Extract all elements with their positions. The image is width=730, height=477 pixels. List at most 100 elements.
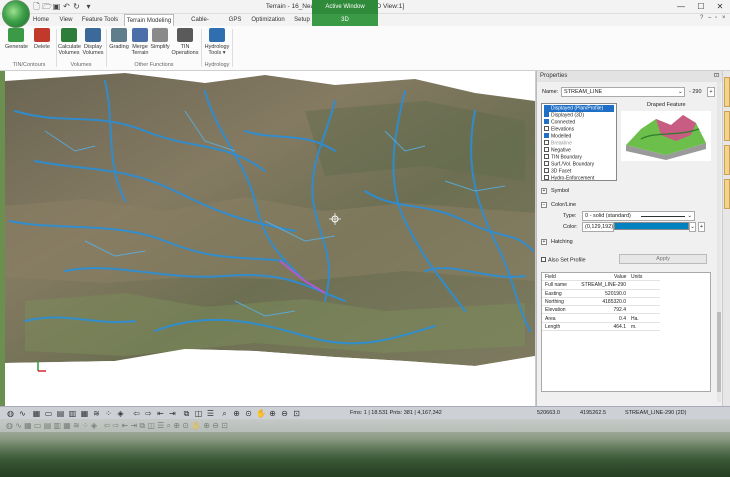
cube-icon[interactable]: ◈ <box>116 409 125 418</box>
add-name-button[interactable]: + <box>707 87 715 97</box>
table-row[interactable]: Elevation 792.4 <box>542 306 660 315</box>
name-select[interactable]: STREAM_LINE <box>561 87 685 97</box>
option-elevations[interactable]: Elevations <box>544 126 574 133</box>
tab-view[interactable]: View <box>56 14 76 26</box>
arrow-forward-icon[interactable]: ⇥ <box>168 409 177 418</box>
checkbox[interactable] <box>544 105 549 110</box>
properties-scrollbar[interactable] <box>717 82 721 402</box>
windows-icon[interactable]: ⧉ <box>182 409 191 418</box>
table-row[interactable]: Easting 520190.0 <box>542 290 660 298</box>
also-set-profile-option[interactable]: Also Set Profile <box>541 257 586 264</box>
restore-child-icon[interactable]: – <box>708 15 711 21</box>
stack-icon[interactable]: ☰ <box>206 409 215 418</box>
hydrology-tools-button[interactable]: Hydrology Tools ▾ <box>203 28 231 56</box>
split-icon[interactable]: ◫ <box>194 409 203 418</box>
tab-cable-analysis[interactable]: Cable-Analysis <box>180 14 220 35</box>
delete-button[interactable]: Delete <box>31 28 53 50</box>
table-row[interactable]: Length 464.1 m. <box>542 323 660 332</box>
tin-operations-button[interactable]: TIN Operations <box>171 28 199 56</box>
color-dropdown-icon[interactable]: ⌄ <box>689 222 696 232</box>
contour-icon[interactable]: ≋ <box>92 409 101 418</box>
tile-child-icon[interactable]: ▫ <box>715 15 717 21</box>
zoom-all-icon[interactable]: ⊙ <box>244 409 253 418</box>
collapse-icon[interactable]: − <box>541 202 547 208</box>
apply-button[interactable]: Apply <box>619 254 707 264</box>
side-tab-4[interactable] <box>724 179 730 209</box>
checkbox[interactable] <box>544 119 549 124</box>
side-tab-1[interactable] <box>724 77 730 107</box>
minimize-button[interactable]: — <box>672 1 690 13</box>
globe-icon[interactable]: ◍ <box>6 409 15 418</box>
arrow-back-icon[interactable]: ⇤ <box>156 409 165 418</box>
grid-icon[interactable]: ▦ <box>80 409 89 418</box>
checkbox[interactable] <box>544 147 549 152</box>
display-volumes-button[interactable]: Display Volumes <box>82 28 104 56</box>
arrow-right-icon[interactable]: ⇨ <box>144 409 153 418</box>
checkbox[interactable] <box>544 161 549 166</box>
name-dropdown-icon[interactable]: ⌄ <box>678 89 683 95</box>
grid-icon[interactable]: ▥ <box>68 409 77 418</box>
layers-icon[interactable]: ▤ <box>56 409 65 418</box>
side-tab-3[interactable] <box>724 145 730 175</box>
checkbox[interactable] <box>541 257 546 262</box>
maximize-button[interactable]: ☐ <box>692 1 710 13</box>
scrollbar-thumb[interactable] <box>717 312 721 392</box>
close-button[interactable]: ✕ <box>711 1 729 13</box>
zoom-fit-icon[interactable]: ⊡ <box>292 409 301 418</box>
zoom-out-icon[interactable]: ⊖ <box>280 409 289 418</box>
app-logo[interactable] <box>2 0 30 28</box>
simplify-button[interactable]: Simplify <box>150 28 170 50</box>
box-icon[interactable]: ▦ <box>32 409 41 418</box>
calculate-volumes-button[interactable]: Calculate Volumes <box>58 28 81 56</box>
zoom-window-icon[interactable]: ⊕ <box>232 409 241 418</box>
close-child-icon[interactable]: × <box>722 15 726 21</box>
tab-optimization[interactable]: Optimization <box>250 14 286 26</box>
zoom-in-icon[interactable]: ⊕ <box>268 409 277 418</box>
dots-icon[interactable]: ⁘ <box>104 409 113 418</box>
tab-3d[interactable]: 3D <box>312 14 378 26</box>
checkbox[interactable] <box>544 126 549 131</box>
color-add-button[interactable]: + <box>698 222 705 232</box>
table-row[interactable]: Full name STREAM_LINE-290 <box>542 281 660 290</box>
option-hydro-enforcement[interactable]: Hydro-Enforcement <box>544 175 594 182</box>
option-displayed-3d[interactable]: Displayed (3D) <box>544 112 584 119</box>
checkbox[interactable] <box>544 112 549 117</box>
option-modelled[interactable]: Modelled <box>544 133 571 140</box>
grading-button[interactable]: Grading <box>108 28 130 50</box>
option-negative[interactable]: Negative <box>544 147 571 154</box>
option-tin-boundary[interactable]: TIN Boundary <box>544 154 582 161</box>
merge-terrain-button[interactable]: Merge Terrain <box>130 28 150 56</box>
tab-home[interactable]: Home <box>30 14 52 26</box>
option-connected[interactable]: Connected <box>544 119 575 126</box>
zoom-icon[interactable]: ⌕ <box>220 409 229 418</box>
checkbox[interactable] <box>544 175 549 180</box>
wave-icon[interactable]: ∿ <box>18 409 27 418</box>
expand-icon[interactable]: + <box>541 188 547 194</box>
checkbox[interactable] <box>544 154 549 159</box>
option-breakline[interactable]: Breakline <box>544 140 572 147</box>
expand-icon[interactable]: + <box>541 239 547 245</box>
option-surf-vol-boundary[interactable]: Surf./Vol. Boundary <box>544 161 594 168</box>
tab-setup[interactable]: Setup <box>292 14 312 26</box>
color-swatch[interactable] <box>614 222 689 230</box>
option-3d-facet[interactable]: 3D Facet <box>544 168 571 175</box>
checkbox[interactable] <box>544 133 549 138</box>
terrain-3d-view[interactable] <box>5 71 535 406</box>
hatching-section[interactable]: + Hatching <box>541 239 573 245</box>
arrow-left-icon[interactable]: ⇦ <box>132 409 141 418</box>
checkbox[interactable] <box>544 168 549 173</box>
option-displayed-plan-profile[interactable]: Displayed (Plan/Profile) <box>544 105 614 112</box>
table-row[interactable]: Northing 4185320.0 <box>542 298 660 307</box>
checkbox[interactable] <box>544 140 549 145</box>
pin-icon[interactable]: ⊡ <box>714 71 719 82</box>
generate-button[interactable]: Generate <box>5 28 28 50</box>
tab-gps[interactable]: GPS <box>226 14 244 26</box>
symbol-section[interactable]: + Symbol <box>541 188 569 194</box>
line-type-select[interactable]: 0 - solid (standard) ⌄ <box>582 211 695 221</box>
tab-feature-tools[interactable]: Feature Tools <box>80 14 120 26</box>
table-row[interactable]: Area 0.4 Ha. <box>542 315 660 323</box>
pan-icon[interactable]: ✋ <box>256 409 266 418</box>
help-icon[interactable]: ? <box>700 15 703 21</box>
tab-terrain-modeling[interactable]: Terrain Modeling <box>124 14 174 26</box>
folder-icon[interactable]: ▭ <box>44 409 53 418</box>
